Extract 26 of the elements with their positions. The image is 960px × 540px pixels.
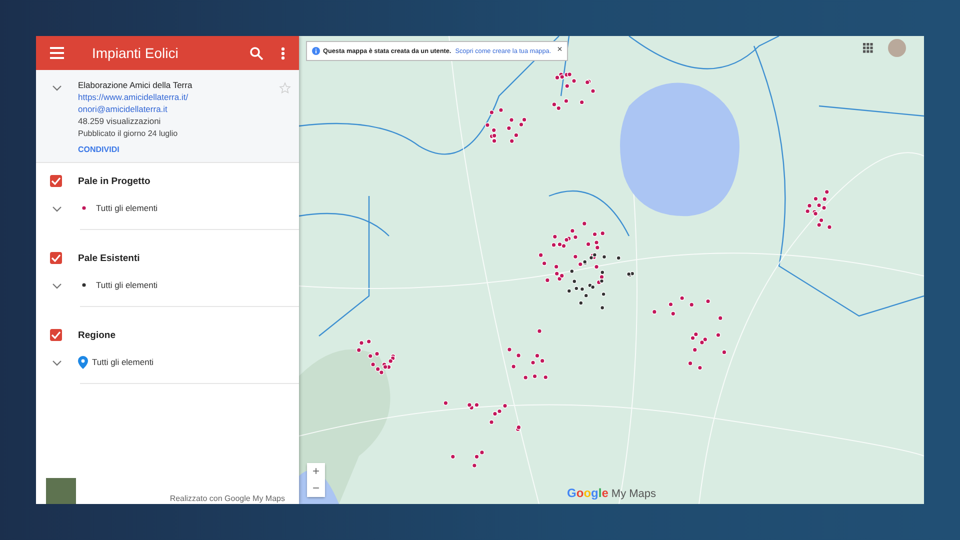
layer-checkbox[interactable] [50, 175, 62, 187]
google-logo: Google [567, 486, 608, 500]
credit-text: Realizzato con Google My Maps [170, 494, 285, 504]
layer-name: Pale Esistenti [78, 252, 140, 264]
layer-items-label[interactable]: Tutti gli elementi [96, 280, 158, 290]
layer-items-label[interactable]: Tutti gli elementi [96, 203, 158, 213]
share-button[interactable]: CONDIVIDI [78, 145, 120, 154]
layer-items-label[interactable]: Tutti gli elementi [92, 357, 154, 367]
published-date: Pubblicato il giorno 24 luglio [78, 128, 178, 139]
layer-name: Pale in Progetto [78, 176, 150, 186]
zoom-out-button[interactable]: − [307, 480, 325, 497]
layer-name: Regione [78, 330, 116, 340]
apps-grid-icon[interactable] [863, 43, 873, 53]
website-link[interactable]: https://www.amicidellaterra.it/ [78, 92, 188, 103]
my-maps-logo: My Maps [611, 488, 656, 500]
map-title: Impianti Eolici [91, 45, 180, 61]
layer-checkbox[interactable] [50, 329, 62, 341]
views-count: 48.259 visualizzazioni [78, 116, 161, 127]
zoom-in-button[interactable]: + [307, 463, 325, 480]
close-button[interactable]: × [554, 45, 562, 57]
info-icon [312, 47, 320, 55]
layer-checkbox[interactable] [50, 252, 62, 264]
satellite-thumbnail[interactable] [46, 478, 76, 504]
star-icon[interactable] [279, 82, 291, 94]
author-text: Elaborazione Amici della Terra [78, 80, 192, 91]
email-link[interactable]: onori@amicidellaterra.it [78, 104, 168, 115]
